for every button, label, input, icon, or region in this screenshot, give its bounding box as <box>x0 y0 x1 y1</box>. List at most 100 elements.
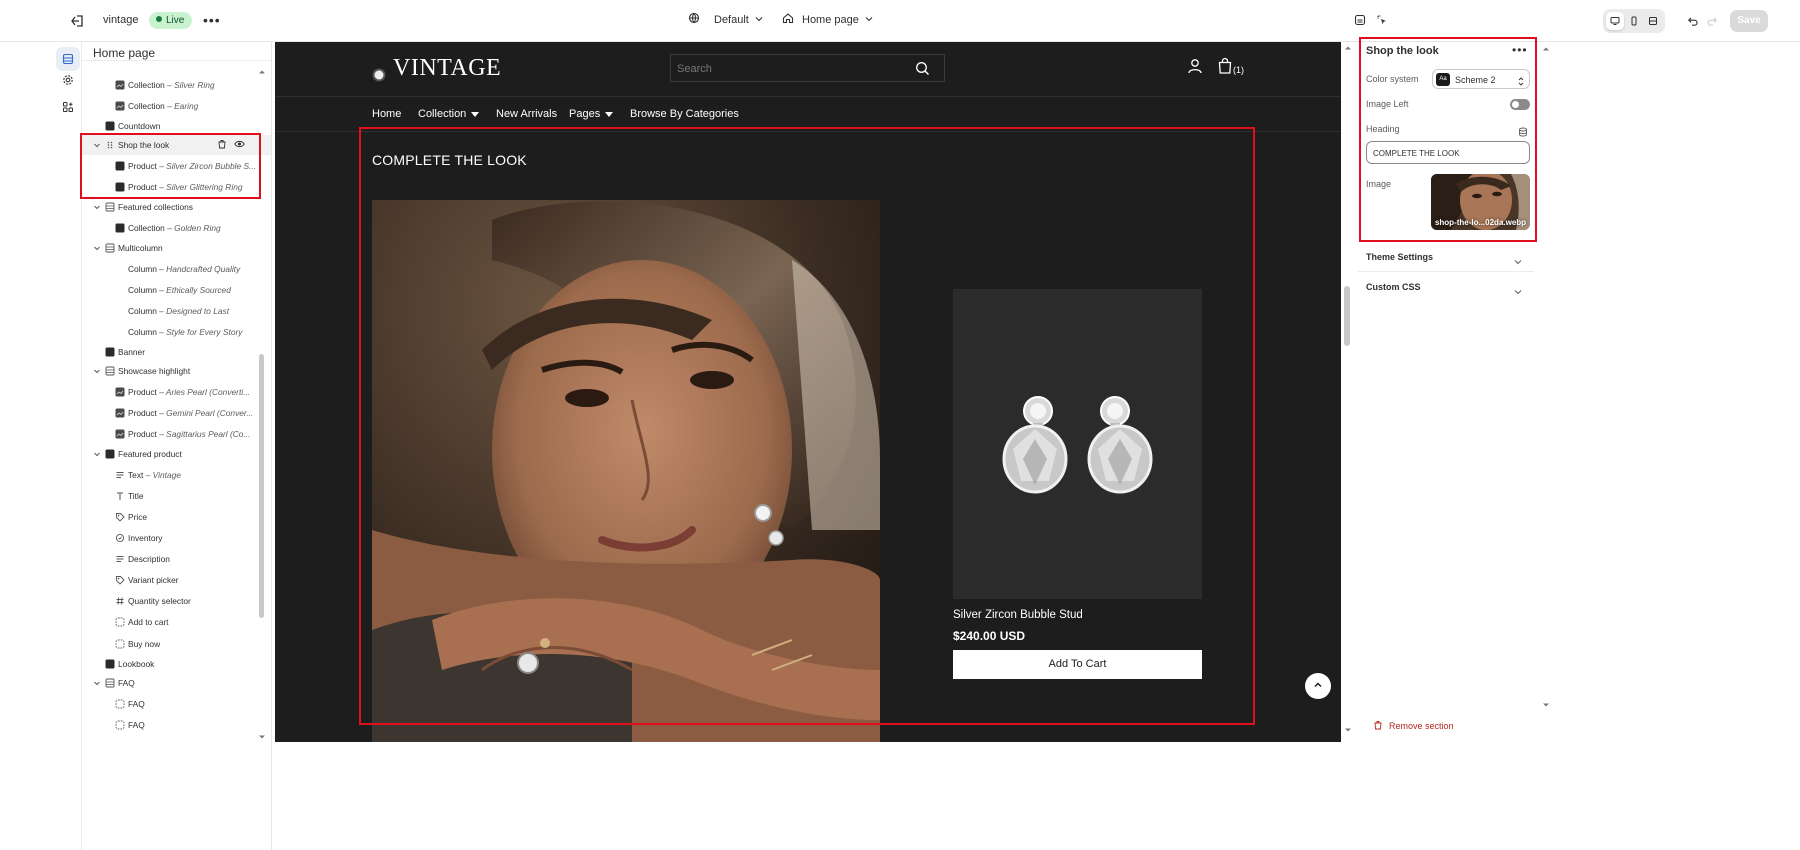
tree-item[interactable]: Product – Aries Pearl (Converti... <box>82 382 271 402</box>
tree-item[interactable]: Banner <box>82 342 271 362</box>
image-left-toggle[interactable] <box>1510 99 1530 110</box>
chevron-down-icon <box>1514 283 1522 295</box>
settings-title: Shop the look <box>1366 45 1439 57</box>
tree-item[interactable]: FAQ <box>82 694 271 714</box>
store-logo[interactable]: VINTAGE <box>372 55 501 82</box>
fullscreen-icon[interactable] <box>1644 12 1662 30</box>
nav-collection[interactable]: Collection <box>418 108 480 120</box>
store-more-button[interactable]: ••• <box>203 12 221 28</box>
tree-item[interactable]: Countdown <box>82 116 271 136</box>
chevron-down-icon[interactable] <box>92 140 102 150</box>
desktop-icon[interactable] <box>1606 12 1624 30</box>
tree-item[interactable]: Price <box>82 507 271 527</box>
tree-item[interactable]: FAQ <box>82 715 271 735</box>
nav-home-label: Home <box>372 108 402 120</box>
tree-item[interactable]: Inventory <box>82 528 271 548</box>
settings-scrollbar[interactable] <box>1541 42 1551 742</box>
tree-item[interactable]: Collection – Silver Ring <box>82 75 271 95</box>
dynamic-source-icon[interactable] <box>1518 124 1528 137</box>
chevron-down-icon <box>865 14 873 26</box>
tree-item[interactable]: Title <box>82 486 271 506</box>
tree-item[interactable]: Multicolumn <box>82 238 271 258</box>
remove-section-button[interactable]: Remove section <box>1373 720 1454 732</box>
tree-item[interactable]: Column – Handcrafted Quality <box>82 259 271 279</box>
nav-home[interactable]: Home <box>372 108 401 120</box>
nav-browse-categories[interactable]: Browse By Categories <box>630 108 739 120</box>
back-to-top-button[interactable] <box>1305 673 1331 699</box>
chevron-down-icon[interactable] <box>92 366 102 376</box>
tree-item[interactable]: Column – Ethically Sourced <box>82 280 271 300</box>
theme-settings-accordion[interactable]: Theme Settings <box>1358 241 1534 271</box>
block-icon <box>105 347 115 357</box>
store-name[interactable]: vintage <box>103 14 138 26</box>
tree-item[interactable]: Quantity selector <box>82 591 271 611</box>
mobile-icon[interactable] <box>1625 12 1643 30</box>
tree-item[interactable]: Featured product <box>82 444 271 464</box>
tree-item-label: Variant picker <box>128 575 179 585</box>
block-icon <box>115 223 125 233</box>
image-icon <box>115 387 125 397</box>
tree-item[interactable]: Lookbook <box>82 654 271 674</box>
tree-item-label: FAQ <box>128 720 145 730</box>
product-title[interactable]: Silver Zircon Bubble Stud <box>953 609 1083 621</box>
tree-item-label: Title <box>128 491 144 501</box>
tree-item[interactable]: Product – Silver Zircon Bubble S... <box>82 156 271 176</box>
exit-icon[interactable] <box>68 12 86 30</box>
tree-item[interactable]: FAQ <box>82 673 271 693</box>
tree-item[interactable]: Shop the look <box>82 135 271 155</box>
undo-icon[interactable] <box>1684 12 1702 30</box>
search-input[interactable]: Search <box>670 54 945 82</box>
tree-item[interactable]: Product – Sagittarius Pearl (Co... <box>82 424 271 444</box>
tree-item-label: Collection – Earing <box>128 101 199 111</box>
chevron-down-icon[interactable] <box>92 678 102 688</box>
tree-item[interactable]: Featured collections <box>82 197 271 217</box>
nav-pages[interactable]: Pages <box>569 108 614 120</box>
inspector-icon[interactable] <box>1351 11 1369 29</box>
tree-scrollbar[interactable] <box>257 68 265 850</box>
account-icon[interactable] <box>1187 58 1203 74</box>
section-icon <box>105 678 115 688</box>
chevron-down-icon[interactable] <box>92 449 102 459</box>
redo-icon[interactable] <box>1703 12 1721 30</box>
apps-icon[interactable] <box>56 95 80 119</box>
tree-item-detail: – Handcrafted Quality <box>156 264 241 274</box>
select-cursor-icon[interactable] <box>1373 11 1391 29</box>
tree-item-label: Featured collections <box>118 202 193 212</box>
template-selector[interactable]: Home page <box>782 12 873 27</box>
tree-item[interactable]: Collection – Golden Ring <box>82 218 271 238</box>
nav-new-arrivals[interactable]: New Arrivals <box>496 108 557 120</box>
theme-selector[interactable]: Default <box>688 12 763 27</box>
tree-item[interactable]: Buy now <box>82 634 271 654</box>
settings-more-button[interactable]: ••• <box>1512 43 1528 57</box>
tree-item[interactable]: Description <box>82 549 271 569</box>
image-picker[interactable]: shop-the-lo...02da.webp <box>1431 174 1530 230</box>
image-left-label: Image Left <box>1366 99 1409 109</box>
trash-icon[interactable] <box>217 139 227 151</box>
chevron-down-icon[interactable] <box>92 202 102 212</box>
tree-item[interactable]: Column – Designed to Last <box>82 301 271 321</box>
preview-scrollbar[interactable] <box>1341 42 1354 742</box>
custom-css-accordion[interactable]: Custom CSS <box>1358 271 1534 301</box>
add-to-cart-button[interactable]: Add To Cart <box>953 650 1202 679</box>
tree-item[interactable]: Collection – Earing <box>82 96 271 116</box>
color-system-select[interactable]: Aa Scheme 2 <box>1432 69 1530 89</box>
tree-item[interactable]: Text – Vintage <box>82 465 271 485</box>
price-tag-icon <box>115 512 125 522</box>
image-icon <box>115 101 125 111</box>
eye-icon[interactable] <box>234 139 245 151</box>
cart-icon[interactable] <box>1217 57 1233 74</box>
product-image[interactable] <box>953 289 1202 599</box>
save-button[interactable]: Save <box>1730 10 1768 32</box>
tree-item[interactable]: Product – Silver Glittering Ring <box>82 177 271 197</box>
inventory-icon <box>115 533 125 543</box>
tree-item[interactable]: Add to cart <box>82 612 271 632</box>
tree-item[interactable]: Product – Gemini Pearl (Conver... <box>82 403 271 423</box>
tree-item[interactable]: Variant picker <box>82 570 271 590</box>
chevron-down-icon[interactable] <box>92 243 102 253</box>
heading-input[interactable]: COMPLETE THE LOOK <box>1366 141 1530 164</box>
gear-icon[interactable] <box>56 68 80 92</box>
tree-item[interactable]: Column – Style for Every Story <box>82 322 271 342</box>
tree-item-label: Shop the look <box>118 140 170 150</box>
tree-item[interactable]: Showcase highlight <box>82 361 271 381</box>
search-icon[interactable] <box>915 61 930 76</box>
